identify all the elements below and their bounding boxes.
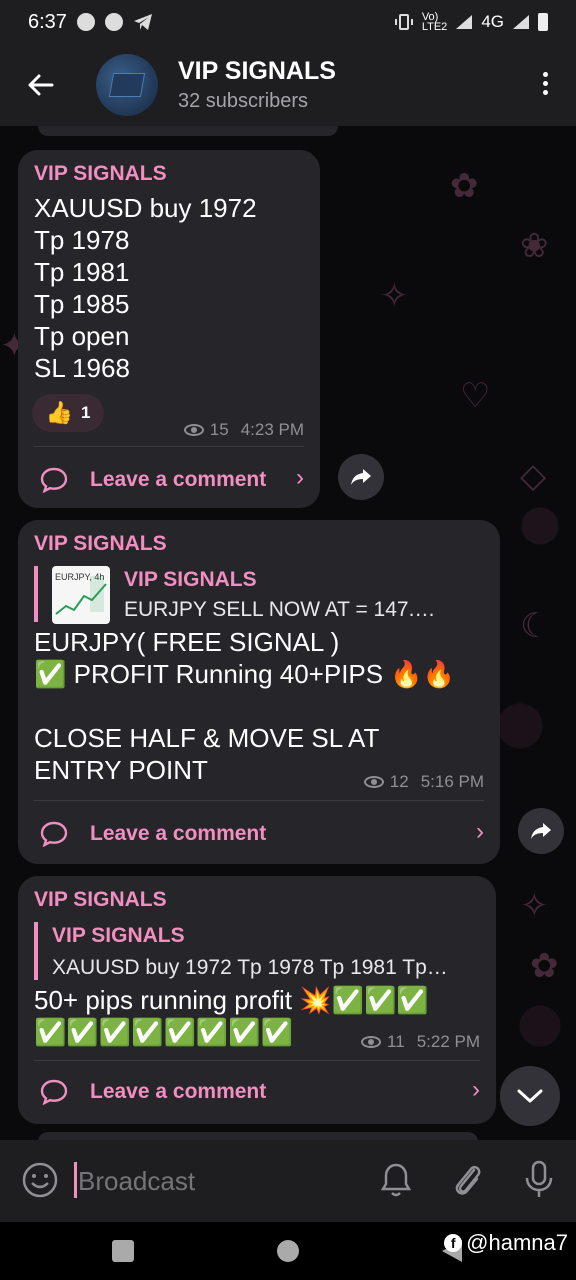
comment-icon — [40, 467, 68, 493]
channel-title: VIP SIGNALS — [178, 57, 336, 85]
status-time: 6:37 — [28, 10, 67, 33]
post-text: XAUUSD buy 1972 Tp 1978 Tp 1981 Tp 1985 … — [34, 193, 257, 383]
chevron-right-icon: › — [296, 464, 304, 491]
leave-comment-button[interactable]: Leave a comment › — [40, 814, 484, 854]
vibrate-icon — [394, 14, 413, 30]
status-bar: 6:37 Vo) LTE2 4G — [0, 0, 576, 44]
reply-quote[interactable]: VIP SIGNALS XAUUSD buy 1972 Tp 1978 Tp 1… — [34, 922, 484, 980]
leave-comment-button[interactable]: Leave a comment › — [40, 1072, 480, 1112]
share-button[interactable] — [338, 454, 384, 500]
quote-title: VIP SIGNALS — [52, 924, 185, 947]
share-button[interactable] — [518, 808, 564, 854]
doodle-heart-icon: ♡ — [460, 377, 491, 415]
post-time: 5:16 PM — [420, 772, 484, 791]
recent-apps-button[interactable] — [112, 1240, 134, 1262]
comment-divider — [34, 1060, 480, 1061]
battery-icon — [538, 13, 548, 31]
scroll-down-button[interactable] — [500, 1066, 560, 1126]
comment-divider — [34, 446, 304, 447]
doodle-diamond-icon: ◇ — [520, 457, 547, 495]
telegram-notification-icon — [133, 14, 152, 30]
post-meta: 11 5:22 PM — [361, 1032, 480, 1052]
emoji-button[interactable] — [22, 1162, 58, 1203]
post-meta: 15 4:23 PM — [183, 420, 304, 440]
signal-icon-2 — [513, 15, 529, 29]
comment-label: Leave a comment — [90, 468, 267, 491]
channel-post[interactable]: VIP SIGNALS EURJPY, 4h VIP SIGNALS EURJP… — [18, 520, 500, 864]
mini-chart-icon — [55, 576, 107, 615]
subscriber-count: 32 subscribers — [178, 90, 309, 112]
silent-broadcast-button[interactable] — [380, 1162, 412, 1203]
channel-post[interactable]: VIP SIGNALS VIP SIGNALS XAUUSD buy 1972 … — [18, 876, 496, 1124]
more-menu-icon[interactable] — [543, 72, 548, 95]
comment-icon — [40, 821, 68, 847]
doodle-flower-icon-2: ✿ — [530, 947, 559, 985]
previous-message-bubble — [38, 126, 338, 136]
bell-icon — [380, 1163, 412, 1197]
watermark-handle: @hamna7 — [466, 1230, 568, 1255]
doodle-butterfly-icon: ❀ — [520, 227, 549, 265]
doodle-flower-icon: ✿ — [450, 167, 479, 205]
post-sender: VIP SIGNALS — [34, 888, 167, 911]
paperclip-icon — [455, 1165, 481, 1195]
attach-button[interactable] — [450, 1160, 484, 1205]
views-icon — [361, 1036, 382, 1048]
post-sender: VIP SIGNALS — [34, 162, 167, 185]
share-arrow-icon — [351, 469, 371, 485]
signal-icon — [456, 15, 473, 29]
facebook-logo-icon: f — [444, 1234, 463, 1252]
channel-post[interactable]: VIP SIGNALS XAUUSD buy 1972 Tp 1978 Tp 1… — [18, 150, 320, 508]
chevron-right-icon: › — [472, 1076, 480, 1103]
views-icon — [363, 776, 384, 788]
view-count: 11 — [387, 1032, 405, 1051]
reaction-badge[interactable]: 👍 1 — [32, 394, 104, 432]
views-icon — [183, 424, 204, 436]
thumbs-up-icon: 👍 — [45, 400, 73, 426]
chart-thumbnail: EURJPY, 4h — [52, 566, 110, 624]
input-bar — [0, 1140, 576, 1222]
network-type: 4G — [481, 12, 504, 31]
comment-icon — [40, 1079, 68, 1105]
chevron-down-icon — [517, 1089, 543, 1103]
post-time: 5:22 PM — [416, 1032, 480, 1051]
comment-label: Leave a comment — [90, 1080, 267, 1103]
voice-message-button[interactable] — [524, 1160, 554, 1205]
doodle-star-icon: ✧ — [380, 277, 409, 315]
home-button[interactable] — [277, 1240, 299, 1262]
broadcast-input[interactable] — [76, 1160, 360, 1202]
quote-text: EURJPY SELL NOW AT = 147.… — [124, 598, 436, 621]
comment-divider — [34, 800, 484, 801]
chat-area[interactable]: ❀ ✿ ✧ ♡ ◇ ✦ ☾ ✧ ✿ VIP SIGNALS XAUUSD buy… — [0, 126, 576, 1140]
watermark: f @hamna7 — [444, 1230, 568, 1256]
view-count: 15 — [209, 420, 229, 439]
quote-text: XAUUSD buy 1972 Tp 1978 Tp 1981 Tp… — [52, 956, 448, 979]
back-button[interactable] — [0, 44, 80, 126]
app-notification-icon-2 — [104, 13, 123, 31]
channel-avatar[interactable] — [96, 54, 158, 116]
channel-info[interactable]: VIP SIGNALS 32 subscribers — [178, 57, 336, 113]
chevron-right-icon: › — [476, 818, 484, 845]
post-time: 4:23 PM — [240, 420, 304, 439]
comment-label: Leave a comment — [90, 822, 267, 845]
post-meta: 12 5:16 PM — [363, 772, 484, 792]
next-message-bubble — [38, 1132, 478, 1140]
reply-quote[interactable]: EURJPY, 4h VIP SIGNALS EURJPY SELL NOW A… — [34, 566, 488, 624]
volte-icon: Vo) LTE2 — [421, 11, 448, 33]
app-notification-icon — [76, 13, 95, 31]
doodle-star-icon-3: ✧ — [520, 887, 549, 925]
smiley-icon — [22, 1162, 58, 1198]
share-arrow-icon — [531, 823, 551, 839]
post-sender: VIP SIGNALS — [34, 532, 167, 555]
leave-comment-button[interactable]: Leave a comment › — [40, 460, 304, 500]
quote-title: VIP SIGNALS — [124, 568, 257, 591]
arrow-left-icon — [28, 74, 54, 96]
view-count: 12 — [389, 772, 409, 791]
doodle-moon-icon: ☾ — [520, 607, 551, 645]
chat-header: VIP SIGNALS 32 subscribers — [0, 44, 576, 126]
microphone-icon — [525, 1160, 553, 1197]
post-text: EURJPY( FREE SIGNAL ) ✅ PROFIT Running 4… — [34, 627, 456, 785]
reaction-count: 1 — [80, 403, 91, 422]
